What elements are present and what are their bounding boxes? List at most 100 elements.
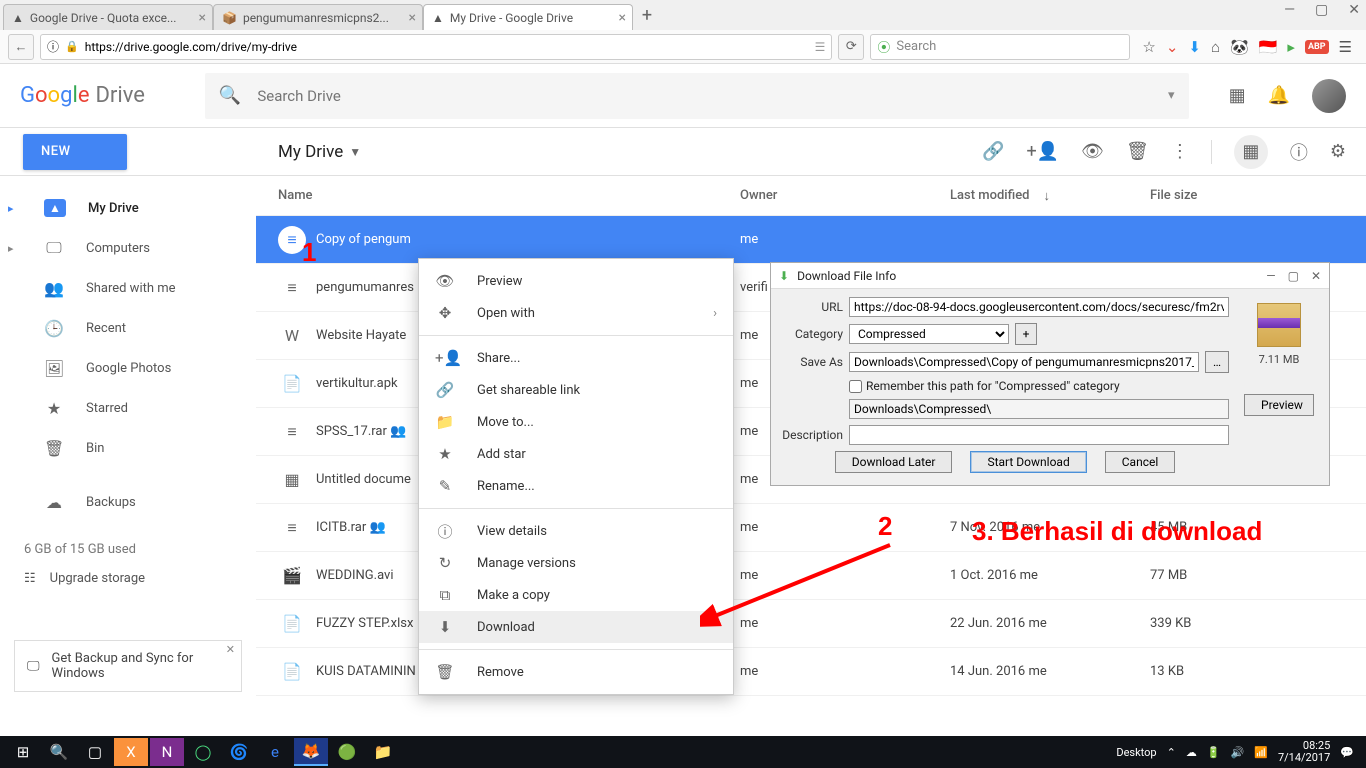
ctx-preview[interactable]: 👁Preview (419, 265, 733, 297)
more-icon[interactable]: ⋮ (1171, 141, 1189, 162)
avatar[interactable] (1312, 79, 1346, 113)
ctx-move-to-[interactable]: 📁Move to... (419, 406, 733, 438)
explorer-icon[interactable]: 📁 (366, 738, 400, 766)
edge-icon[interactable]: e (258, 738, 292, 766)
chrome-icon[interactable]: 🟢 (330, 738, 364, 766)
sidebar-item-my-drive[interactable]: ▸▲My Drive (0, 188, 256, 228)
flag-icon[interactable]: 🇮🇩 (1259, 38, 1278, 56)
idm-url-input[interactable] (849, 297, 1229, 317)
idm-start-button[interactable]: Start Download (970, 451, 1086, 473)
new-button[interactable]: NEW (23, 134, 127, 170)
drive-logo[interactable]: Google Drive (20, 83, 145, 108)
idm-later-button[interactable]: Download Later (835, 451, 953, 473)
new-tab-button[interactable]: + (633, 0, 661, 30)
close-icon[interactable]: ✕ (226, 643, 235, 656)
url-input[interactable] (85, 40, 809, 54)
search-icon[interactable]: 🔍 (42, 738, 76, 766)
drive-search-input[interactable] (257, 87, 1152, 105)
app-icon[interactable]: 🌀 (222, 738, 256, 766)
idm-icon[interactable]: ▸ (1287, 38, 1295, 56)
sidebar-item-backups[interactable]: ☁Backups (0, 482, 256, 522)
reload-button[interactable]: ⟳ (838, 34, 864, 60)
tab-1[interactable]: 📦pengumumanresmicpns2...× (213, 4, 423, 30)
idm-preview-button[interactable]: Preview (1244, 394, 1314, 416)
abp-icon[interactable]: ABP (1305, 40, 1329, 54)
browser-search[interactable]: ⦿Search (870, 34, 1130, 60)
close-icon[interactable]: × (619, 10, 626, 26)
sidebar-item-google-photos[interactable]: 🖼Google Photos (0, 348, 256, 388)
idm-category-select[interactable]: Compressed (849, 324, 1009, 344)
maximize-icon[interactable]: ▢ (1315, 2, 1328, 18)
tab-0[interactable]: ▲Google Drive - Quota exce...× (3, 4, 213, 30)
breadcrumb[interactable]: My Drive▼ (256, 142, 361, 162)
firefox-icon[interactable]: 🦊 (294, 738, 328, 766)
idm-add-category[interactable]: + (1015, 323, 1037, 345)
tab-2[interactable]: ▲My Drive - Google Drive× (423, 4, 633, 30)
idm-cancel-button[interactable]: Cancel (1105, 451, 1176, 473)
start-button[interactable]: ⊞ (6, 738, 40, 766)
desktop-label[interactable]: Desktop (1116, 746, 1156, 759)
sidebar-item-recent[interactable]: 🕒Recent (0, 308, 256, 348)
address-bar[interactable]: ⓘ 🔒 ☰ (40, 34, 832, 60)
minimize-icon[interactable]: — (1266, 269, 1275, 283)
sidebar-item-computers[interactable]: ▸🖵Computers (0, 228, 256, 268)
chevron-down-icon[interactable]: ▾ (1168, 88, 1175, 103)
col-name[interactable]: Name (278, 188, 740, 203)
ctx-add-star[interactable]: ★Add star (419, 438, 733, 470)
settings-icon[interactable]: ⚙ (1330, 141, 1346, 162)
ctx-download[interactable]: ⬇Download (419, 611, 733, 643)
file-row[interactable]: ≡Copy of pengumme (256, 216, 1366, 264)
ctx-manage-versions[interactable]: ↻Manage versions (419, 547, 733, 579)
view-grid-button[interactable]: ▦ (1234, 135, 1268, 169)
upgrade-storage[interactable]: ☷Upgrade storage (24, 571, 232, 586)
idm-description-input[interactable] (849, 425, 1229, 445)
onedrive-icon[interactable]: ☁ (1186, 746, 1197, 759)
sync-promo[interactable]: ✕ 🖵 Get Backup and Sync for Windows (14, 640, 242, 692)
ctx-view-details[interactable]: ⓘView details (419, 515, 733, 547)
tray-up-icon[interactable]: ⌃ (1167, 746, 1176, 759)
close-icon[interactable]: × (409, 10, 416, 26)
col-owner[interactable]: Owner (740, 188, 950, 203)
panda-icon[interactable]: 🐼 (1230, 38, 1249, 56)
col-modified[interactable]: Last modified↓ (950, 188, 1150, 204)
close-icon[interactable]: × (199, 10, 206, 26)
trash-icon[interactable]: 🗑 (1126, 141, 1149, 162)
idm-browse-button[interactable]: … (1205, 351, 1229, 373)
taskview-icon[interactable]: ▢ (78, 738, 112, 766)
ctx-share-[interactable]: +👤Share... (419, 342, 733, 374)
sidebar-item-bin[interactable]: 🗑Bin (0, 428, 256, 468)
onenote-icon[interactable]: N (150, 738, 184, 766)
ctx-remove[interactable]: 🗑Remove (419, 656, 733, 688)
close-window-icon[interactable]: ✕ (1348, 2, 1360, 18)
close-icon[interactable]: ✕ (1311, 269, 1321, 283)
idm-saveas-input[interactable] (849, 352, 1199, 372)
drive-search[interactable]: 🔍 ▾ (205, 73, 1189, 119)
sidebar-item-starred[interactable]: ★Starred (0, 388, 256, 428)
ctx-make-a-copy[interactable]: ⧉Make a copy (419, 579, 733, 611)
notifications-icon[interactable]: 🔔 (1268, 85, 1290, 106)
ctx-rename-[interactable]: ✎Rename... (419, 470, 733, 502)
opera-icon[interactable]: ◯ (186, 738, 220, 766)
maximize-icon[interactable]: ▢ (1288, 269, 1299, 283)
reader-icon[interactable]: ☰ (815, 40, 826, 54)
apps-icon[interactable]: ▦ (1229, 85, 1246, 106)
battery-icon[interactable]: 🔋 (1207, 746, 1221, 759)
wifi-icon[interactable]: 📶 (1254, 746, 1268, 759)
bookmark-icon[interactable]: ☆ (1142, 38, 1155, 56)
sidebar-item-shared-with-me[interactable]: 👥Shared with me (0, 268, 256, 308)
preview-icon[interactable]: 👁 (1081, 141, 1104, 162)
xampp-icon[interactable]: X (114, 738, 148, 766)
idm-remember-check[interactable]: Remember this path for "Compressed" cate… (849, 379, 1120, 393)
clock[interactable]: 08:257/14/2017 (1278, 740, 1330, 764)
home-icon[interactable]: ⌂ (1211, 38, 1220, 56)
notifications-tray-icon[interactable]: 💬 (1340, 746, 1354, 759)
pocket-icon[interactable]: ⌄ (1166, 38, 1179, 56)
share-icon[interactable]: +👤 (1027, 141, 1060, 162)
col-size[interactable]: File size (1150, 188, 1366, 203)
ctx-open-with[interactable]: ✥Open with› (419, 297, 733, 329)
volume-icon[interactable]: 🔊 (1231, 746, 1245, 759)
menu-icon[interactable]: ☰ (1339, 38, 1352, 56)
ctx-get-shareable-link[interactable]: 🔗Get shareable link (419, 374, 733, 406)
download-icon[interactable]: ⬇ (1188, 38, 1201, 56)
details-icon[interactable]: ⓘ (1290, 139, 1308, 165)
